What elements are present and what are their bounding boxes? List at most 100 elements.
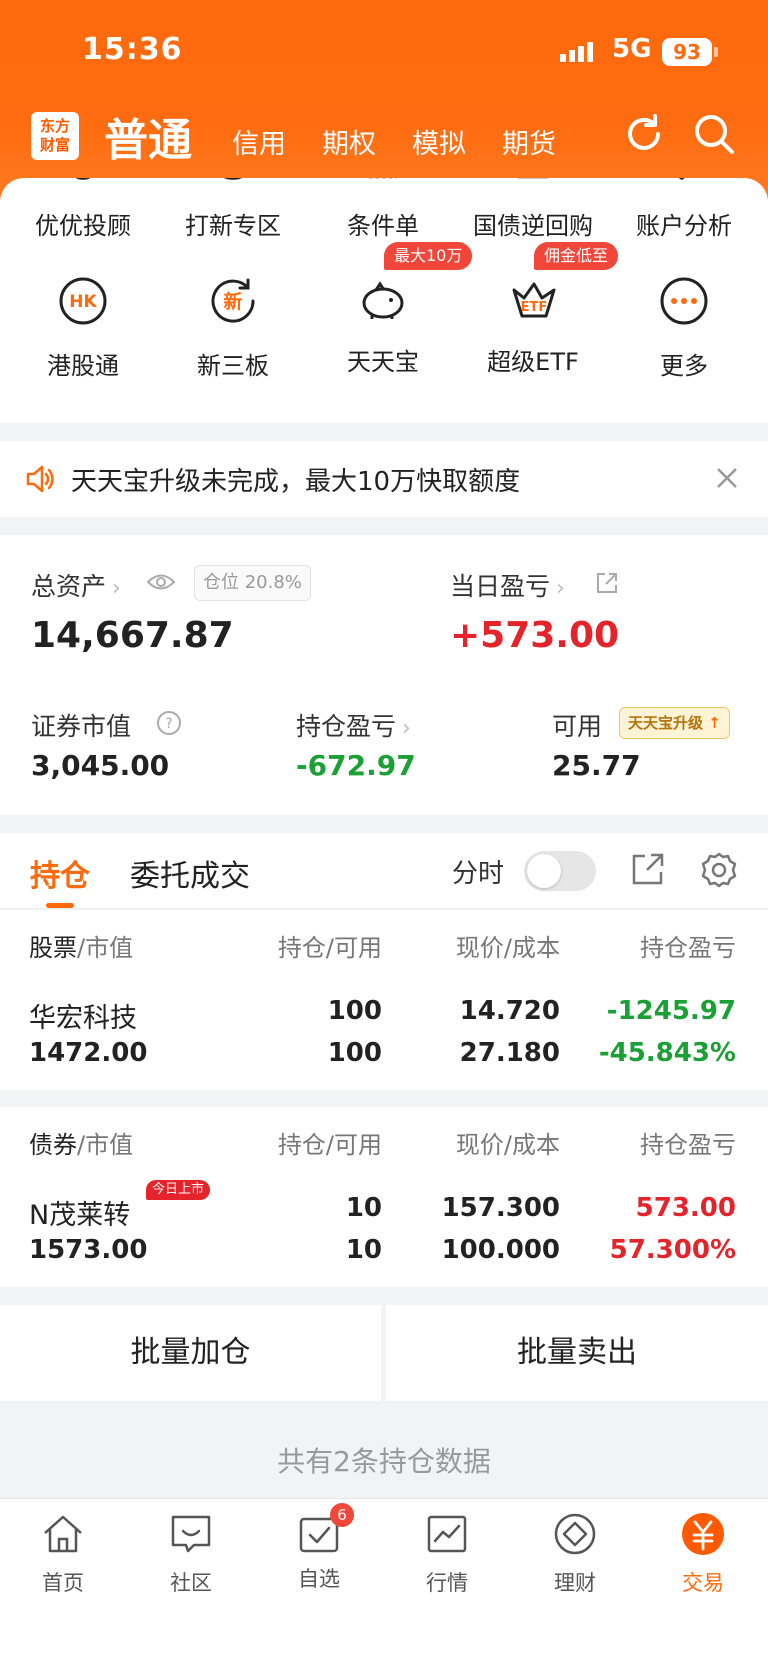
tab-community[interactable]: 社区	[141, 1511, 241, 1597]
grid-item-label: 超级ETF	[487, 348, 579, 376]
share-icon[interactable]	[630, 851, 666, 887]
tiantianbao-upgrade-tag[interactable]: 天天宝升级 ↑	[619, 707, 730, 739]
total-assets-label[interactable]: 总资产 ›	[31, 567, 121, 603]
max-amount-badge: 最大10万	[384, 242, 473, 270]
market-icon	[427, 1515, 467, 1553]
notice-bar[interactable]: 天天宝升级未完成，最大10万快取额度	[0, 441, 768, 517]
new-board-icon: 新	[211, 278, 255, 323]
wealth-icon	[554, 1513, 596, 1555]
holdings-count-note: 共有2条持仓数据	[277, 1445, 491, 1478]
batch-sell-button[interactable]: 批量卖出	[386, 1305, 768, 1401]
cellular-signal-icon	[560, 42, 593, 62]
tab-orders-trades[interactable]: 委托成交	[130, 851, 250, 895]
grid-item-label: 条件单	[347, 212, 419, 240]
grid-item-hk-connect[interactable]: HK 港股通	[7, 276, 159, 381]
tab-underline	[46, 903, 74, 908]
total-assets-value: 14,667.87	[31, 615, 234, 656]
grid-item-new-third-board[interactable]: 新 新三板	[157, 276, 309, 381]
trade-icon	[682, 1513, 724, 1555]
grid-item-reverse-repo[interactable]: 国债逆回购	[457, 178, 609, 241]
tab-market[interactable]: 行情	[397, 1511, 497, 1597]
daily-pnl-value: +573.00	[450, 615, 620, 656]
col-stock-header: 股票/市值	[29, 934, 134, 962]
tab-watchlist[interactable]: 6 自选	[269, 1503, 369, 1593]
hk-icon: HK	[59, 277, 107, 325]
timeshare-label: 分时	[452, 859, 505, 889]
grid-item-youyou-advisor[interactable]: 优优投顾	[7, 178, 159, 241]
network-type: 5G	[612, 34, 652, 64]
toggle-knob	[527, 854, 561, 888]
help-icon[interactable]: ?	[156, 710, 182, 736]
hold-pnl-label[interactable]: 持仓盈亏 ›	[296, 707, 411, 743]
etf-icon: ETF	[512, 282, 556, 318]
bond-name: N茂莱转	[29, 1200, 131, 1231]
grid-item-label: 账户分析	[636, 212, 732, 240]
svg-text:ETF: ETF	[521, 300, 548, 315]
stock-position: 100	[327, 996, 382, 1026]
tab-wealth[interactable]: 理财	[525, 1511, 625, 1597]
status-time: 15:36	[82, 32, 183, 67]
tab-options[interactable]: 期权	[322, 122, 376, 161]
battery-tip	[714, 47, 718, 57]
tab-trade[interactable]: 交易	[653, 1511, 753, 1597]
timeshare-toggle[interactable]	[524, 851, 596, 891]
tab-simulation[interactable]: 模拟	[412, 122, 466, 161]
stock-positions: 股票/市值 持仓/可用 现价/成本 持仓盈亏 华宏科技 1472.00 100 …	[0, 910, 768, 1090]
grid-item-label: 国债逆回购	[473, 212, 593, 240]
tab-label: 行情	[426, 1571, 468, 1595]
grid-item-label: 天天宝	[347, 348, 419, 376]
market-value-label: 证券市值	[31, 712, 132, 741]
tab-normal[interactable]: 普通	[104, 104, 192, 168]
gear-icon[interactable]	[700, 851, 738, 889]
external-link-icon[interactable]	[595, 571, 619, 595]
col-price-header: 现价/成本	[455, 1131, 560, 1159]
daily-pnl-label[interactable]: 当日盈亏 ›	[450, 567, 565, 603]
grid-item-ipo-zone[interactable]: IPO 打新专区	[157, 178, 309, 241]
bond-positions: 债券/市值 持仓/可用 现价/成本 持仓盈亏 今日上市 N茂莱转 1573.00…	[0, 1107, 768, 1287]
bond-pnl: 573.00	[635, 1193, 736, 1223]
eye-icon[interactable]	[146, 571, 176, 593]
more-icon	[660, 277, 708, 325]
ipo-icon: IPO	[224, 178, 242, 180]
bottom-tabbar: 首页 社区 6 自选 行情 理财 交易	[0, 1498, 768, 1663]
grid-item-tiantianbao[interactable]: 最大10万 天天宝	[307, 242, 473, 377]
stock-pnl-percent: -45.843%	[598, 1038, 736, 1068]
stock-price: 14.720	[459, 996, 560, 1026]
tab-label: 自选	[298, 1567, 340, 1591]
col-price-header: 现价/成本	[455, 934, 560, 962]
advisor-icon	[75, 178, 91, 180]
grid-item-label: 新三板	[197, 352, 269, 380]
grid-item-super-etf[interactable]: ETF 佣金低至 超级ETF	[457, 242, 619, 377]
tab-home[interactable]: 首页	[13, 1511, 113, 1597]
tab-futures[interactable]: 期货	[502, 122, 556, 161]
col-bond-header: 债券/市值	[29, 1131, 134, 1159]
piggy-bank-icon	[362, 281, 404, 319]
grid-item-condition-order[interactable]: 条件单	[307, 178, 459, 241]
tab-credit[interactable]: 信用	[232, 122, 286, 161]
home-icon	[44, 1515, 82, 1553]
top-nav: 东方 财富 普通 信用 期权 模拟 期货	[0, 100, 768, 170]
condition-order-icon	[369, 178, 397, 179]
grid-item-more[interactable]: 更多	[608, 276, 760, 381]
tab-label: 社区	[170, 1571, 212, 1595]
grid-item-label: 港股通	[47, 352, 119, 380]
stock-name: 华宏科技	[29, 1003, 137, 1034]
close-icon[interactable]	[714, 465, 740, 491]
refresh-icon[interactable]	[622, 112, 666, 156]
grid-item-label: 优优投顾	[35, 212, 131, 240]
col-pnl-header: 持仓盈亏	[640, 1131, 736, 1159]
tab-label: 首页	[42, 1571, 84, 1595]
holdings-tabbar: 持仓 委托成交 分时	[0, 833, 768, 909]
search-icon[interactable]	[692, 112, 736, 156]
hold-pnl-value: -672.97	[296, 749, 416, 782]
tab-positions[interactable]: 持仓	[30, 851, 90, 895]
community-icon	[171, 1515, 211, 1553]
tab-label: 理财	[554, 1571, 596, 1595]
stock-market-value: 1472.00	[29, 1038, 148, 1068]
grid-item-account-analysis[interactable]: 账户分析	[608, 178, 760, 241]
speaker-icon	[26, 465, 54, 493]
batch-add-button[interactable]: 批量加仓	[0, 1305, 381, 1401]
watchlist-count-badge: 6	[330, 1503, 354, 1527]
stock-cost: 27.180	[459, 1038, 560, 1068]
svg-text:HK: HK	[69, 292, 97, 312]
